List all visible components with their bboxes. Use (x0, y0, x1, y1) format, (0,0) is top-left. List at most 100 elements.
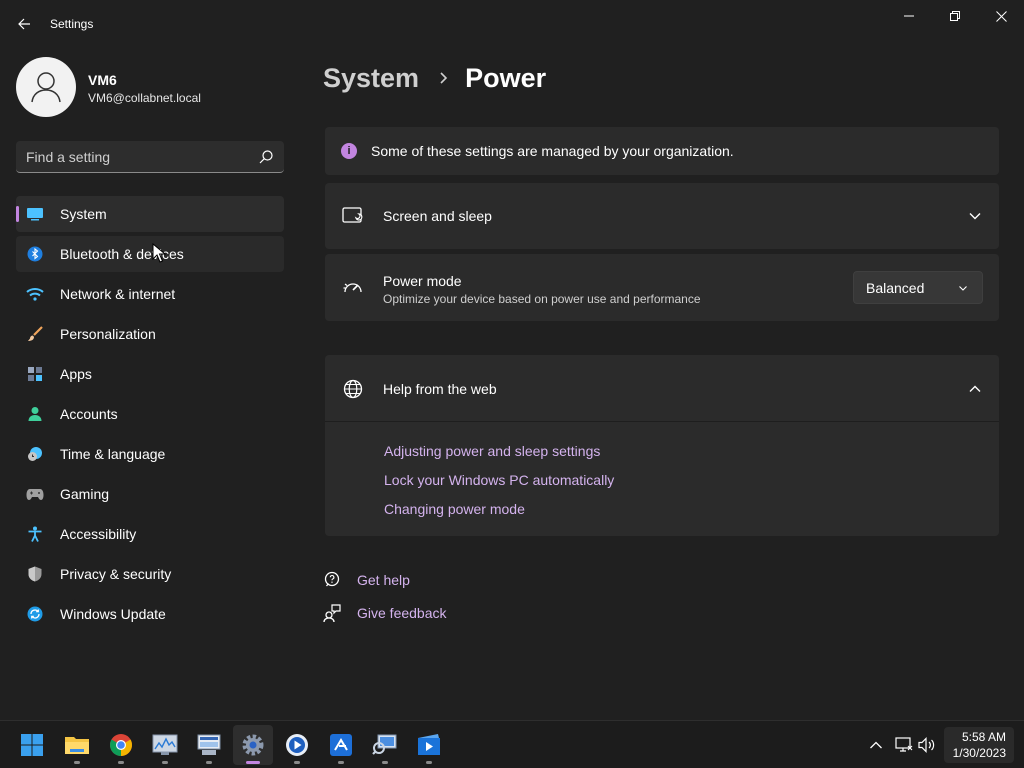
sidebar-item-bluetooth[interactable]: Bluetooth & devices (16, 236, 284, 272)
remote-assist-icon (330, 734, 352, 756)
sidebar-item-apps[interactable]: Apps (16, 356, 284, 392)
card-subtitle: Optimize your device based on power use … (383, 292, 701, 306)
page-title: Power (465, 62, 547, 93)
help-header[interactable]: Help from the web (325, 355, 999, 422)
taskbar-movie-maker[interactable] (409, 725, 449, 765)
power-mode-dropdown[interactable]: Balanced (853, 271, 983, 304)
settings-icon (242, 734, 264, 756)
running-indicator (246, 761, 260, 764)
clock-globe-icon (26, 445, 44, 463)
sidebar-item-label: Time & language (60, 446, 166, 462)
taskbar-resource-monitor[interactable] (145, 725, 185, 765)
brush-icon (26, 325, 44, 343)
search-input[interactable] (26, 141, 256, 172)
sidebar-item-accessibility[interactable]: Accessibility (16, 516, 284, 552)
volume-icon[interactable] (918, 735, 938, 755)
running-indicator (74, 761, 80, 764)
sidebar-item-time-language[interactable]: Time & language (16, 436, 284, 472)
get-help-link[interactable]: Get help (357, 572, 410, 588)
user-name: VM6 (88, 72, 117, 88)
update-icon (26, 605, 44, 623)
apps-icon (26, 365, 44, 383)
running-indicator (382, 761, 388, 764)
running-indicator (206, 761, 212, 764)
close-button[interactable] (978, 0, 1024, 32)
avatar[interactable] (16, 57, 76, 117)
sidebar-item-label: Network & internet (60, 286, 176, 302)
sidebar-item-label: Windows Update (60, 606, 166, 622)
clock[interactable]: 5:58 AM 1/30/2023 (944, 727, 1014, 763)
screen-sleep-icon (341, 204, 365, 228)
globe-icon (341, 377, 365, 401)
chevron-up-icon[interactable] (967, 381, 983, 397)
person-icon (31, 72, 61, 103)
restore-icon (950, 11, 960, 21)
breadcrumb: System Power (323, 58, 546, 98)
taskbar-network-search[interactable] (365, 725, 405, 765)
banner-text: Some of these settings are managed by yo… (371, 143, 734, 159)
start-button[interactable] (12, 725, 52, 765)
help-link[interactable]: Adjusting power and sleep settings (384, 443, 600, 459)
org-managed-banner: i Some of these settings are managed by … (325, 127, 999, 175)
taskbar-remote-assist[interactable] (321, 725, 361, 765)
restore-button[interactable] (932, 0, 978, 32)
sidebar-item-privacy-security[interactable]: Privacy & security (16, 556, 284, 592)
search-icon[interactable] (258, 149, 274, 165)
taskbar-chrome[interactable] (101, 725, 141, 765)
sidebar-item-gaming[interactable]: Gaming (16, 476, 284, 512)
taskbar-file-explorer[interactable] (57, 725, 97, 765)
resource-monitor-icon (152, 734, 178, 755)
close-icon (995, 10, 1007, 22)
user-email: VM6@collabnet.local (88, 91, 201, 105)
help-link[interactable]: Lock your Windows PC automatically (384, 472, 614, 488)
card-title: Power mode (383, 273, 462, 289)
taskbar-remote-desktop[interactable] (189, 725, 229, 765)
give-feedback-link[interactable]: Give feedback (357, 605, 447, 621)
title-bar: Settings (0, 0, 1024, 48)
dropdown-value: Balanced (866, 280, 925, 296)
wifi-icon (26, 285, 44, 303)
selection-indicator (16, 206, 19, 222)
app-title: Settings (50, 17, 94, 31)
network-icon[interactable] (894, 735, 914, 755)
feedback-icon (323, 604, 341, 622)
running-indicator (118, 761, 124, 764)
monitor-icon (26, 205, 44, 223)
taskbar-settings[interactable] (233, 725, 273, 765)
card-title: Help from the web (383, 381, 497, 397)
sidebar-item-label: Gaming (60, 486, 110, 502)
clock-time: 5:58 AM (961, 730, 1006, 744)
breadcrumb-parent[interactable]: System (323, 63, 419, 94)
info-icon: i (341, 143, 357, 159)
clock-date: 1/30/2023 (952, 746, 1006, 760)
minimize-icon (904, 15, 914, 17)
taskbar: 5:58 AM 1/30/2023 (0, 720, 1024, 768)
gamepad-icon (26, 485, 44, 503)
file-explorer-icon (65, 737, 89, 754)
sidebar-item-windows-update[interactable]: Windows Update (16, 596, 284, 632)
sidebar-item-label: System (60, 206, 107, 222)
sidebar-item-accounts[interactable]: Accounts (16, 396, 284, 432)
chrome-icon (110, 734, 132, 756)
search-box[interactable] (16, 141, 284, 173)
chevron-down-icon[interactable] (967, 208, 983, 224)
media-player-icon (286, 734, 308, 756)
sidebar-item-network[interactable]: Network & internet (16, 276, 284, 312)
sidebar-item-label: Personalization (60, 326, 156, 342)
screen-and-sleep-card[interactable]: Screen and sleep (325, 183, 999, 249)
remote-desktop-icon (197, 734, 221, 755)
network-search-icon (372, 734, 397, 755)
minimize-button[interactable] (886, 0, 932, 32)
back-button[interactable] (12, 12, 36, 36)
start-icon (21, 734, 43, 756)
chevron-up-icon[interactable] (866, 735, 886, 755)
sidebar-item-label: Apps (60, 366, 92, 382)
sidebar-item-personalization[interactable]: Personalization (16, 316, 284, 352)
help-from-web-card: Help from the web Adjusting power and sl… (325, 355, 999, 536)
help-link[interactable]: Changing power mode (384, 501, 525, 517)
running-indicator (426, 761, 432, 764)
taskbar-media-player[interactable] (277, 725, 317, 765)
power-mode-card: Power mode Optimize your device based on… (325, 254, 999, 321)
chevron-down-icon (959, 286, 967, 291)
sidebar-item-system[interactable]: System (16, 196, 284, 232)
